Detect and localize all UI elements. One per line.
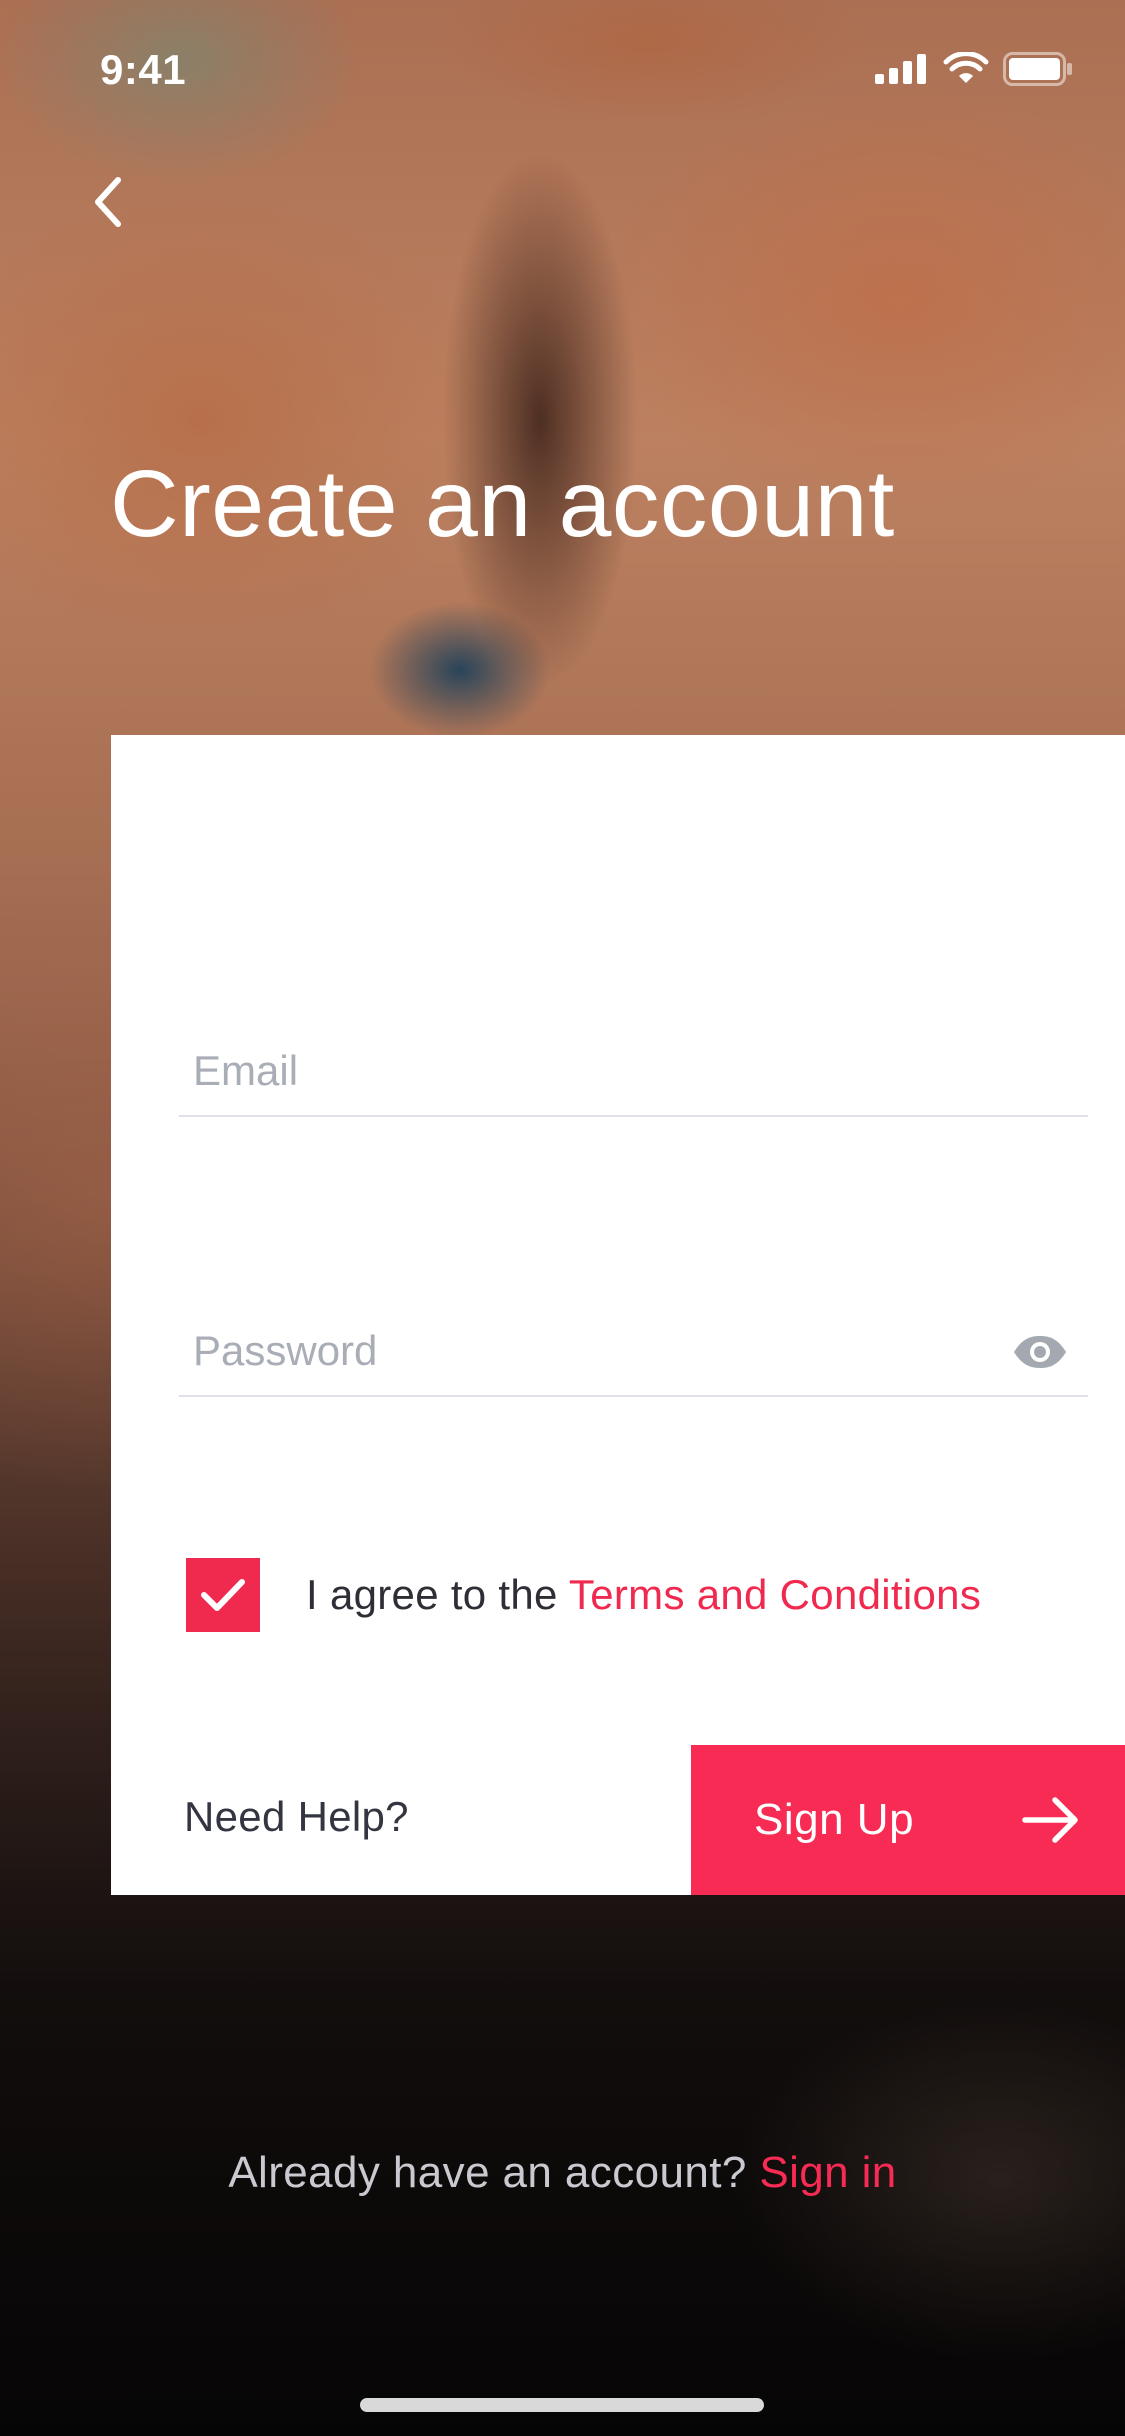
status-icons — [875, 52, 1073, 86]
eye-icon — [1014, 1336, 1066, 1368]
email-field[interactable] — [193, 1041, 993, 1101]
signup-card: I agree to the Terms and Conditions Need… — [111, 735, 1125, 1895]
show-password-button[interactable] — [1010, 1327, 1070, 1377]
signin-prompt: Already have an account? Sign in — [0, 2148, 1125, 2198]
terms-checkbox[interactable] — [186, 1558, 260, 1632]
home-indicator[interactable] — [360, 2398, 764, 2412]
terms-link[interactable]: Terms and Conditions — [569, 1571, 981, 1618]
page-title: Create an account — [110, 451, 895, 557]
password-field-container — [179, 1285, 1088, 1397]
sign-up-label: Sign Up — [754, 1795, 915, 1844]
signal-icon — [875, 54, 926, 84]
password-field[interactable] — [193, 1321, 993, 1381]
terms-prefix: I agree to the — [306, 1571, 569, 1618]
battery-icon — [1003, 52, 1072, 86]
checkmark-icon — [201, 1579, 245, 1611]
signin-prompt-text: Already have an account? — [228, 2148, 760, 2197]
email-field-container — [179, 1005, 1088, 1117]
status-bar: 9:41 — [0, 0, 1125, 140]
wifi-icon — [943, 52, 989, 83]
chevron-left-icon — [95, 177, 121, 227]
terms-row: I agree to the Terms and Conditions — [186, 1557, 981, 1633]
sign-in-link[interactable]: Sign in — [759, 2148, 896, 2197]
terms-label: I agree to the Terms and Conditions — [306, 1571, 981, 1619]
back-button[interactable] — [78, 172, 138, 232]
status-time: 9:41 — [100, 46, 187, 93]
arrow-right-icon — [1022, 1797, 1078, 1843]
sign-up-button[interactable]: Sign Up — [691, 1745, 1125, 1895]
need-help-link[interactable]: Need Help? — [184, 1793, 409, 1841]
